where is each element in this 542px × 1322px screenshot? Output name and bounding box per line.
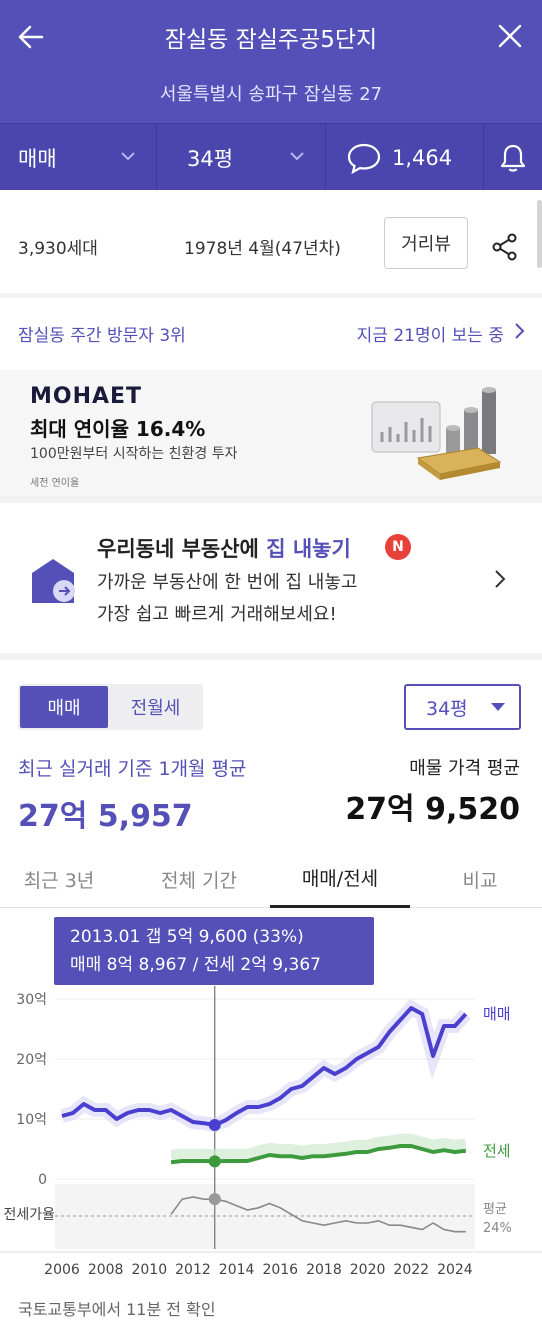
tab-recent-3y[interactable]: 최근 3년 [0, 850, 118, 908]
visitor-row[interactable]: 잠실동 주간 방문자 3위 지금 21명이 보는 중 [0, 298, 542, 368]
street-view-button[interactable]: 거리뷰 [384, 217, 468, 269]
chevron-right-icon [495, 570, 506, 588]
y-tick-label: 10억 [16, 1112, 47, 1128]
avg-value: 24% [483, 1221, 512, 1236]
comment-bubble-icon [347, 143, 381, 174]
rent-point-marker [208, 1155, 221, 1168]
x-tick-label: 2020 [350, 1262, 386, 1278]
x-tick-label: 2012 [175, 1262, 211, 1278]
ad-headline: 최대 연이율 16.4% [30, 417, 206, 441]
ad-illustration [371, 387, 502, 480]
x-tick-label: 2010 [131, 1262, 167, 1278]
chevron-down-icon [121, 152, 135, 161]
segment-rent[interactable]: 전월세 [110, 686, 201, 728]
weekly-rank-text: 잠실동 주간 방문자 3위 [18, 326, 186, 346]
period-tabs: 최근 3년 전체 기간 매매/전세 비교 [0, 850, 542, 908]
y-tick-label: 0 [38, 1172, 47, 1188]
recent-avg-label: 최근 실거래 기준 1개월 평균 [18, 758, 247, 780]
chart-tooltip: 2013.01 갭 5억 9,600 (33%) 매매 8억 8,967 / 전… [54, 917, 374, 985]
bell-icon [500, 144, 526, 172]
promo-title: 우리동네 부동산에 집 내놓기 [97, 533, 351, 563]
avg-label: 평균 [483, 1202, 507, 1217]
new-badge: N [385, 534, 411, 560]
x-tick-label: 2018 [306, 1262, 342, 1278]
household-count: 3,930세대 [18, 239, 98, 259]
size-dropdown[interactable]: 34평 [157, 124, 326, 191]
trade-type-label: 매매 [18, 146, 57, 171]
chevron-down-icon [290, 152, 304, 161]
ad-banner[interactable]: MOHAET 최대 연이율 16.4% 100만원부터 시작하는 친환경 투자 … [0, 370, 542, 496]
rent-legend-label: 전세 [483, 1142, 511, 1160]
tooltip-line-2: 매매 8억 8,967 / 전세 2억 9,367 [70, 955, 321, 975]
comments-button[interactable]: 1,464 [326, 124, 484, 191]
filter-bar: 매매 34평 1,464 [0, 123, 542, 191]
size-select[interactable]: 34평 [404, 684, 521, 730]
ad-subtext: 100만원부터 시작하는 친환경 투자 [30, 446, 238, 462]
promo-title-highlight: 집 내놓기 [266, 537, 351, 561]
built-year: 1978년 4월(47년차) [184, 239, 341, 259]
complex-info-row: 3,930세대 1978년 4월(47년차) 거리뷰 [0, 190, 542, 293]
tooltip-line-1: 2013.01 갭 5억 9,600 (33%) [70, 927, 304, 947]
comment-count: 1,464 [392, 145, 453, 170]
y-tick-label: 20억 [16, 1052, 47, 1068]
ratio-axis-label: 전세가율 [3, 1207, 55, 1223]
asking-avg-label: 매물 가격 평균 [409, 758, 520, 779]
trade-type-dropdown[interactable]: 매매 [0, 124, 157, 191]
ad-footnote: 세전 연이율 [30, 478, 80, 489]
sale-series-line [61, 1006, 468, 1127]
x-tick-label: 2022 [393, 1262, 429, 1278]
sale-point-marker [208, 1119, 221, 1131]
close-icon[interactable] [496, 22, 524, 50]
chevron-right-icon [515, 323, 525, 339]
divider [0, 496, 542, 503]
data-source-note: 국토교통부에서 11분 전 확인 [18, 1300, 216, 1319]
tab-sale-rent[interactable]: 매매/전세 [270, 850, 410, 908]
live-viewers-text: 지금 21명이 보는 중 [356, 326, 504, 346]
promo-title-prefix: 우리동네 부동산에 [97, 537, 267, 561]
scrollbar[interactable] [537, 200, 542, 268]
ratio-point-marker [208, 1193, 221, 1206]
list-property-promo[interactable]: 우리동네 부동산에 집 내놓기 N 가까운 부동산에 한 번에 집 내놓고 가장… [0, 503, 542, 653]
price-section: 매매 전월세 34평 최근 실거래 기준 1개월 평균 27억 5,957 매물… [0, 660, 542, 1322]
size-select-value: 34평 [426, 697, 468, 720]
share-icon[interactable] [490, 232, 520, 262]
x-tick-label: 2014 [219, 1262, 255, 1278]
app-header: 잠실동 잠실주공5단지 서울특별시 송파구 잠실동 27 매매 34평 1,46… [0, 0, 542, 191]
x-tick-label: 2016 [262, 1262, 298, 1278]
asking-avg-value: 27억 9,520 [345, 792, 520, 827]
caret-down-icon [491, 703, 505, 711]
size-label: 34평 [187, 146, 234, 171]
tab-all-period[interactable]: 전체 기간 [130, 850, 268, 908]
trade-segment-control: 매매 전월세 [18, 684, 203, 730]
page-title: 잠실동 잠실주공5단지 [164, 27, 378, 53]
promo-line-1: 가까운 부동산에 한 번에 집 내놓고 [97, 572, 358, 593]
house-upload-icon [32, 559, 75, 603]
promo-line-2: 가장 쉽고 빠르게 거래해보세요! [97, 604, 337, 625]
sale-legend-label: 매매 [483, 1005, 511, 1023]
notification-button[interactable] [484, 124, 542, 191]
x-tick-label: 2006 [44, 1262, 80, 1278]
address-text: 서울특별시 송파구 잠실동 27 [159, 84, 383, 105]
x-tick-label: 2024 [437, 1262, 473, 1278]
ad-brand: MOHAET [30, 384, 143, 409]
recent-avg-value: 27억 5,957 [18, 799, 193, 834]
y-tick-label: 30억 [16, 992, 47, 1008]
segment-sale[interactable]: 매매 [20, 686, 108, 728]
x-tick-label: 2008 [88, 1262, 124, 1278]
divider [0, 653, 542, 660]
tab-compare[interactable]: 비교 [420, 850, 540, 908]
